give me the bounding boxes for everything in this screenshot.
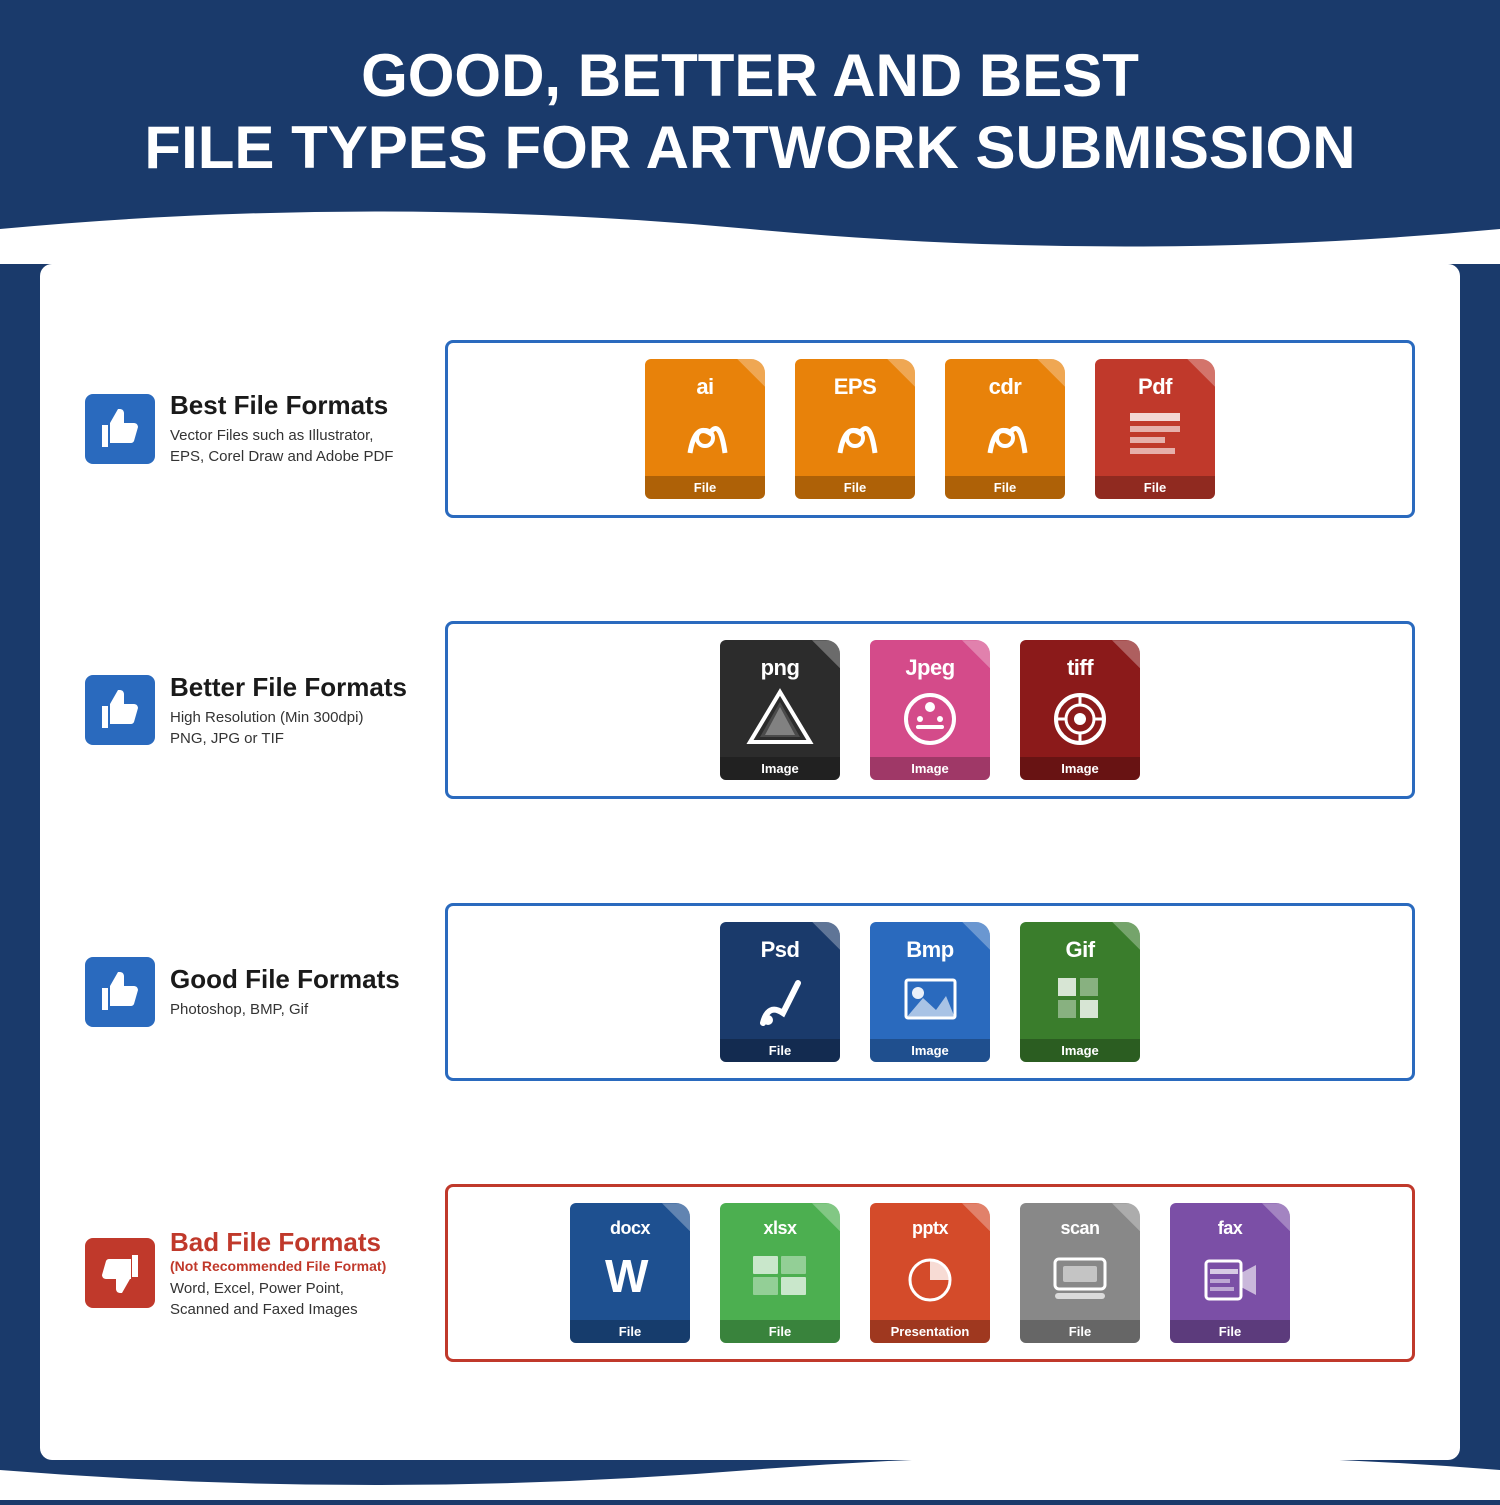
file-icon-eps: EPS File	[790, 359, 920, 499]
better-left-panel: Better File Formats High Resolution (Min…	[85, 672, 425, 749]
better-files-panel: png Image Jpeg	[445, 621, 1415, 799]
better-title: Better File Formats	[170, 672, 407, 703]
file-body-cdr: cdr File	[945, 359, 1065, 499]
good-label-block: Good File Formats Photoshop, BMP, Gif	[170, 964, 400, 1020]
better-thumbs-icon	[85, 675, 155, 745]
page-wrapper: GOOD, BETTER AND BEST FILE TYPES FOR ART…	[0, 0, 1500, 1500]
bad-thumbs-icon	[85, 1238, 155, 1308]
good-left-panel: Good File Formats Photoshop, BMP, Gif	[85, 957, 425, 1027]
file-body-eps: EPS File	[795, 359, 915, 499]
file-icon-docx: docx W File	[565, 1203, 695, 1343]
file-body-png: png Image	[720, 640, 840, 780]
file-body-fax: fax File	[1170, 1203, 1290, 1343]
bad-title: Bad File Formats	[170, 1227, 386, 1258]
file-body-bmp: Bmp Image	[870, 922, 990, 1062]
file-icon-jpeg: Jpeg Image	[865, 640, 995, 780]
file-icon-bmp: Bmp Image	[865, 922, 995, 1062]
bottom-wave	[0, 1440, 1500, 1500]
file-icon-xlsx: xlsx File	[715, 1203, 845, 1343]
good-files-panel: Psd File Bmp	[445, 903, 1415, 1081]
file-body-xlsx: xlsx File	[720, 1203, 840, 1343]
file-icon-gif: Gif Image	[1015, 922, 1145, 1062]
good-thumbs-icon	[85, 957, 155, 1027]
good-row: Good File Formats Photoshop, BMP, Gif Ps…	[85, 903, 1415, 1081]
file-body-ai: ai File	[645, 359, 765, 499]
best-left-panel: Best File Formats Vector Files such as I…	[85, 390, 425, 467]
best-description: Vector Files such as Illustrator, EPS, C…	[170, 425, 393, 467]
file-icon-fax: fax File	[1165, 1203, 1295, 1343]
file-icon-pptx: pptx Presentation	[865, 1203, 995, 1343]
header-title: GOOD, BETTER AND BEST FILE TYPES FOR ART…	[60, 40, 1440, 184]
thumbs-up-icon	[96, 405, 144, 453]
file-icon-cdr: cdr File	[940, 359, 1070, 499]
best-thumbs-icon	[85, 394, 155, 464]
bad-left-panel: Bad File Formats (Not Recommended File F…	[85, 1227, 425, 1320]
good-description: Photoshop, BMP, Gif	[170, 999, 400, 1020]
best-title: Best File Formats	[170, 390, 393, 421]
best-row: Best File Formats Vector Files such as I…	[85, 340, 1415, 518]
white-card: Best File Formats Vector Files such as I…	[40, 264, 1460, 1460]
best-label-block: Best File Formats Vector Files such as I…	[170, 390, 393, 467]
file-body-pptx: pptx Presentation	[870, 1203, 990, 1343]
file-icon-scan: scan File	[1015, 1203, 1145, 1343]
bad-description: Word, Excel, Power Point, Scanned and Fa…	[170, 1278, 386, 1320]
file-body-jpeg: Jpeg Image	[870, 640, 990, 780]
thumbs-up-icon-3	[96, 968, 144, 1016]
thumbs-up-icon-2	[96, 686, 144, 734]
thumbs-down-icon	[96, 1249, 144, 1297]
file-body-docx: docx W File	[570, 1203, 690, 1343]
file-body-pdf: Pdf File	[1095, 359, 1215, 499]
better-description: High Resolution (Min 300dpi) PNG, JPG or…	[170, 707, 407, 749]
file-body-psd: Psd File	[720, 922, 840, 1062]
better-row: Better File Formats High Resolution (Min…	[85, 621, 1415, 799]
file-body-scan: scan File	[1020, 1203, 1140, 1343]
file-icon-png: png Image	[715, 640, 845, 780]
file-icon-tiff: tiff Image	[1015, 640, 1145, 780]
file-icon-ai: ai File	[640, 359, 770, 499]
header-area: GOOD, BETTER AND BEST FILE TYPES FOR ART…	[0, 0, 1500, 184]
best-files-panel: ai File EPS File	[445, 340, 1415, 518]
better-label-block: Better File Formats High Resolution (Min…	[170, 672, 407, 749]
file-body-gif: Gif Image	[1020, 922, 1140, 1062]
wave-decoration	[0, 194, 1500, 264]
file-icon-pdf: Pdf File	[1090, 359, 1220, 499]
file-icon-psd: Psd File	[715, 922, 845, 1062]
bad-label-block: Bad File Formats (Not Recommended File F…	[170, 1227, 386, 1320]
bad-subtitle: (Not Recommended File Format)	[170, 1258, 386, 1274]
bad-row: Bad File Formats (Not Recommended File F…	[85, 1184, 1415, 1362]
file-body-tiff: tiff Image	[1020, 640, 1140, 780]
good-title: Good File Formats	[170, 964, 400, 995]
bad-files-panel: docx W File xlsx	[445, 1184, 1415, 1362]
svg-text:W: W	[605, 1252, 649, 1302]
